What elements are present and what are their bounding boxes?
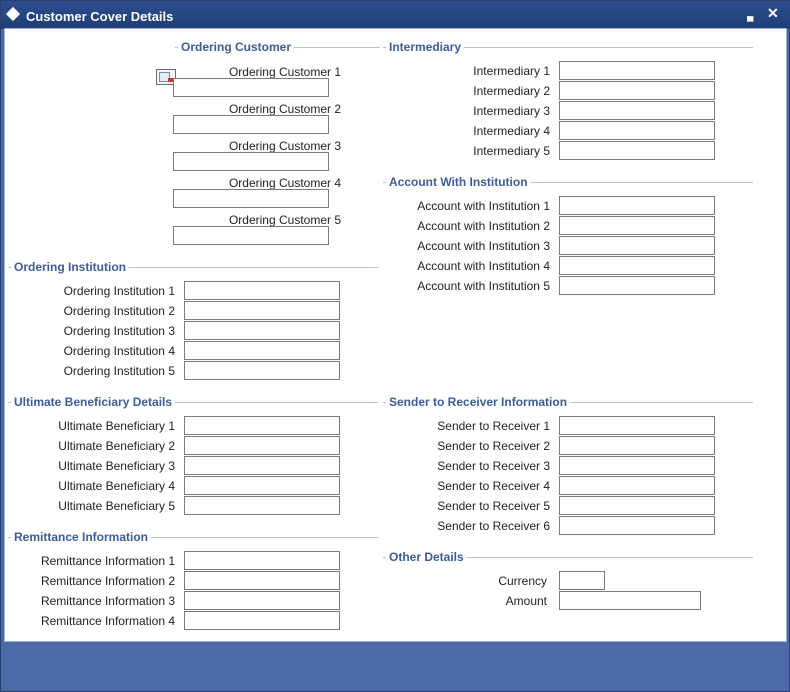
intermediary-4-input[interactable] bbox=[559, 121, 715, 140]
intermediary-3-label: Intermediary 3 bbox=[473, 104, 550, 118]
ordering-institution-2-input[interactable] bbox=[184, 301, 340, 320]
account-with-institution-section-header: Account With Institution bbox=[383, 175, 753, 189]
sender-to-receiver-3-label: Sender to Receiver 3 bbox=[437, 459, 550, 473]
ordering-customer-2-input[interactable] bbox=[173, 115, 329, 134]
ultimate-beneficiary-section-header: Ultimate Beneficiary Details bbox=[8, 395, 378, 409]
form-content: Ordering Customer Intermediary Account W… bbox=[4, 28, 787, 642]
sender-to-receiver-1-label: Sender to Receiver 1 bbox=[437, 419, 550, 433]
ordering-customer-3-input[interactable] bbox=[173, 152, 329, 171]
intermediary-section-header: Intermediary bbox=[383, 40, 753, 54]
other-details-title: Other Details bbox=[386, 550, 467, 564]
ordering-institution-1-input[interactable] bbox=[184, 281, 340, 300]
remittance-information-3-input[interactable] bbox=[184, 591, 340, 610]
account-with-institution-3-input[interactable] bbox=[559, 236, 715, 255]
account-with-institution-1-label: Account with Institution 1 bbox=[417, 199, 550, 213]
sender-to-receiver-1-input[interactable] bbox=[559, 416, 715, 435]
ordering-institution-3-label: Ordering Institution 3 bbox=[63, 324, 175, 338]
sender-to-receiver-4-label: Sender to Receiver 4 bbox=[437, 479, 550, 493]
ultimate-beneficiary-3-input[interactable] bbox=[184, 456, 340, 475]
ordering-customer-4-input[interactable] bbox=[173, 189, 329, 208]
account-with-institution-4-input[interactable] bbox=[559, 256, 715, 275]
amount-label: Amount bbox=[505, 594, 547, 608]
ordering-customer-5-label: Ordering Customer 5 bbox=[228, 213, 341, 227]
ultimate-beneficiary-3-label: Ultimate Beneficiary 3 bbox=[58, 459, 175, 473]
ultimate-beneficiary-4-input[interactable] bbox=[184, 476, 340, 495]
close-button[interactable]: ✕ bbox=[767, 5, 779, 21]
intermediary-title: Intermediary bbox=[386, 40, 465, 54]
remittance-information-3-label: Remittance Information 3 bbox=[40, 594, 175, 608]
window-title: Customer Cover Details bbox=[26, 9, 174, 24]
ordering-customer-5-input[interactable] bbox=[173, 226, 329, 245]
other-details-section-header: Other Details bbox=[383, 550, 753, 564]
ultimate-beneficiary-5-label: Ultimate Beneficiary 5 bbox=[58, 499, 175, 513]
ultimate-beneficiary-1-input[interactable] bbox=[184, 416, 340, 435]
ordering-institution-4-label: Ordering Institution 4 bbox=[63, 344, 175, 358]
intermediary-3-input[interactable] bbox=[559, 101, 715, 120]
ultimate-beneficiary-4-label: Ultimate Beneficiary 4 bbox=[58, 479, 175, 493]
remittance-information-1-input[interactable] bbox=[184, 551, 340, 570]
sender-to-receiver-title: Sender to Receiver Information bbox=[386, 395, 571, 409]
currency-label: Currency bbox=[498, 574, 547, 588]
ordering-institution-section-header: Ordering Institution bbox=[8, 260, 378, 274]
ordering-customer-2-label: Ordering Customer 2 bbox=[228, 102, 341, 116]
account-with-institution-2-input[interactable] bbox=[559, 216, 715, 235]
sender-to-receiver-6-label: Sender to Receiver 6 bbox=[437, 519, 550, 533]
ordering-customer-title: Ordering Customer bbox=[178, 40, 295, 54]
sender-to-receiver-2-input[interactable] bbox=[559, 436, 715, 455]
intermediary-2-input[interactable] bbox=[559, 81, 715, 100]
currency-input[interactable] bbox=[559, 571, 605, 590]
remittance-information-4-input[interactable] bbox=[184, 611, 340, 630]
window-diamond-icon bbox=[5, 6, 21, 22]
sender-to-receiver-5-label: Sender to Receiver 5 bbox=[437, 499, 550, 513]
sender-to-receiver-6-input[interactable] bbox=[559, 516, 715, 535]
sender-to-receiver-5-input[interactable] bbox=[559, 496, 715, 515]
sender-to-receiver-3-input[interactable] bbox=[559, 456, 715, 475]
ultimate-beneficiary-2-input[interactable] bbox=[184, 436, 340, 455]
intermediary-1-label: Intermediary 1 bbox=[473, 64, 550, 78]
intermediary-5-input[interactable] bbox=[559, 141, 715, 160]
sender-to-receiver-4-input[interactable] bbox=[559, 476, 715, 495]
account-with-institution-5-label: Account with Institution 5 bbox=[417, 279, 550, 293]
intermediary-1-input[interactable] bbox=[559, 61, 715, 80]
remittance-information-title: Remittance Information bbox=[11, 530, 152, 544]
ultimate-beneficiary-title: Ultimate Beneficiary Details bbox=[11, 395, 176, 409]
sender-to-receiver-section-header: Sender to Receiver Information bbox=[383, 395, 753, 409]
ordering-customer-1-input[interactable] bbox=[173, 78, 329, 97]
ultimate-beneficiary-1-label: Ultimate Beneficiary 1 bbox=[58, 419, 175, 433]
ordering-customer-1-label: Ordering Customer 1 bbox=[228, 65, 341, 79]
account-with-institution-2-label: Account with Institution 2 bbox=[417, 219, 550, 233]
ordering-customer-section-header: Ordering Customer bbox=[175, 40, 380, 54]
title-bar[interactable]: Customer Cover Details ▄ ✕ bbox=[1, 1, 790, 29]
footer-bar bbox=[4, 642, 787, 689]
account-with-institution-3-label: Account with Institution 3 bbox=[417, 239, 550, 253]
remittance-information-2-input[interactable] bbox=[184, 571, 340, 590]
ultimate-beneficiary-5-input[interactable] bbox=[184, 496, 340, 515]
remittance-information-1-label: Remittance Information 1 bbox=[40, 554, 175, 568]
minimize-button[interactable]: ▄ bbox=[747, 8, 753, 24]
remittance-information-section-header: Remittance Information bbox=[8, 530, 378, 544]
ordering-institution-3-input[interactable] bbox=[184, 321, 340, 340]
ordering-institution-5-label: Ordering Institution 5 bbox=[63, 364, 175, 378]
customer-cover-details-window: Customer Cover Details ▄ ✕ Ordering Cust… bbox=[0, 0, 790, 692]
amount-input[interactable] bbox=[559, 591, 701, 610]
ordering-customer-3-label: Ordering Customer 3 bbox=[228, 139, 341, 153]
ordering-institution-2-label: Ordering Institution 2 bbox=[63, 304, 175, 318]
remittance-information-2-label: Remittance Information 2 bbox=[40, 574, 175, 588]
intermediary-5-label: Intermediary 5 bbox=[473, 144, 550, 158]
ordering-customer-4-label: Ordering Customer 4 bbox=[228, 176, 341, 190]
ordering-institution-1-label: Ordering Institution 1 bbox=[63, 284, 175, 298]
sender-to-receiver-2-label: Sender to Receiver 2 bbox=[437, 439, 550, 453]
account-with-institution-1-input[interactable] bbox=[559, 196, 715, 215]
ordering-institution-4-input[interactable] bbox=[184, 341, 340, 360]
intermediary-2-label: Intermediary 2 bbox=[473, 84, 550, 98]
account-with-institution-4-label: Account with Institution 4 bbox=[417, 259, 550, 273]
ultimate-beneficiary-2-label: Ultimate Beneficiary 2 bbox=[58, 439, 175, 453]
remittance-information-4-label: Remittance Information 4 bbox=[40, 614, 175, 628]
account-with-institution-5-input[interactable] bbox=[559, 276, 715, 295]
ordering-institution-title: Ordering Institution bbox=[11, 260, 129, 274]
ordering-institution-5-input[interactable] bbox=[184, 361, 340, 380]
account-with-institution-title: Account With Institution bbox=[386, 175, 531, 189]
intermediary-4-label: Intermediary 4 bbox=[473, 124, 550, 138]
